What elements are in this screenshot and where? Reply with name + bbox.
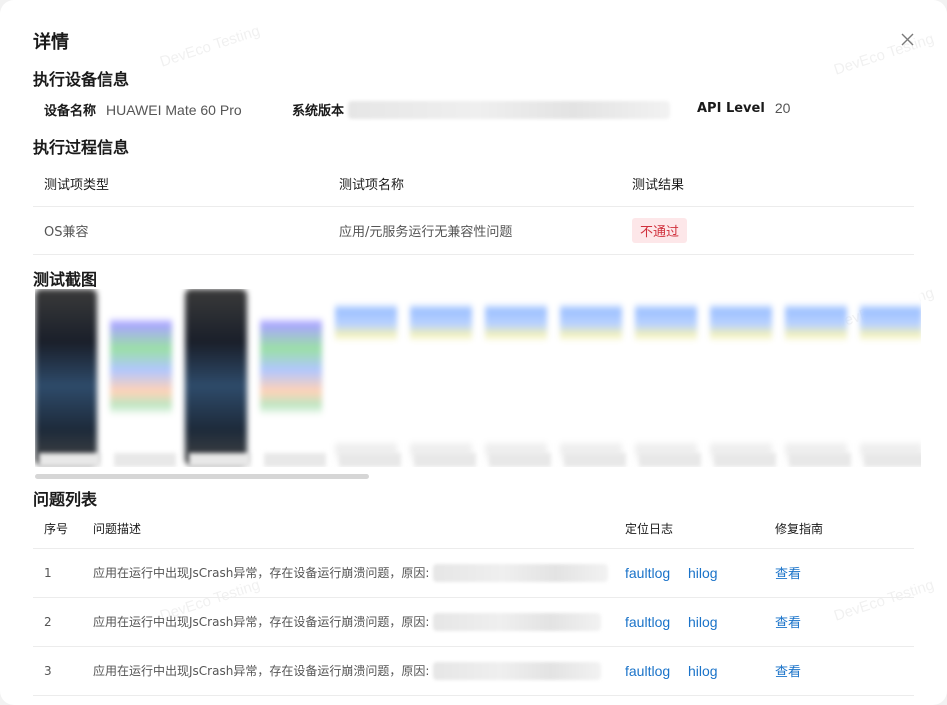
table-row: 2 应用在运行中出现JsCrash异常，存在设备运行崩溃问题，原因: fault… <box>33 597 914 647</box>
table-row: OS兼容 应用/元服务运行无兼容性问题 不通过 <box>33 206 914 255</box>
screenshot-thumbnail[interactable] <box>710 289 772 465</box>
screenshot-thumbnail[interactable] <box>110 289 172 465</box>
screenshot-caption <box>864 453 921 467</box>
screenshot-caption <box>564 453 626 467</box>
table-row: 3 应用在运行中出现JsCrash异常，存在设备运行崩溃问题，原因: fault… <box>33 646 914 696</box>
hilog-link[interactable]: hilog <box>688 565 718 581</box>
screenshot-caption <box>339 453 401 467</box>
device-info-title: 执行设备信息 <box>33 70 130 89</box>
column-header: 修复指南 <box>764 510 914 549</box>
issues-table: 序号 问题描述 定位日志 修复指南 1 应用在运行中出现JsCrash异常，存在… <box>33 510 914 696</box>
faultlog-link[interactable]: faultlog <box>625 663 670 679</box>
index-cell: 1 <box>33 548 82 598</box>
watermark: DevEco Testing <box>831 30 937 79</box>
test-result-cell: 不通过 <box>621 206 914 255</box>
guide-cell: 查看 <box>764 548 914 598</box>
view-guide-link[interactable]: 查看 <box>775 616 801 631</box>
api-level-label: API Level <box>697 100 765 116</box>
screenshot-caption <box>789 453 851 467</box>
hilog-link[interactable]: hilog <box>688 614 718 630</box>
test-type-cell: OS兼容 <box>33 206 328 255</box>
screenshot-thumbnail[interactable] <box>635 289 697 465</box>
screenshot-caption <box>639 453 701 467</box>
screenshot-caption <box>114 453 176 467</box>
system-version-value-redacted <box>348 100 671 119</box>
description-text: 应用在运行中出现JsCrash异常，存在设备运行崩溃问题，原因: <box>93 615 430 629</box>
process-info-title: 执行过程信息 <box>33 138 130 157</box>
column-header: 测试项名称 <box>328 162 621 207</box>
screenshot-thumbnail[interactable] <box>485 289 547 465</box>
description-cell: 应用在运行中出现JsCrash异常，存在设备运行崩溃问题，原因: <box>82 548 614 598</box>
view-guide-link[interactable]: 查看 <box>775 567 801 582</box>
device-name-value: HUAWEI Mate 60 Pro <box>106 101 242 118</box>
screenshot-thumbnail[interactable] <box>335 289 397 465</box>
column-header: 定位日志 <box>614 510 764 549</box>
screenshots-title: 测试截图 <box>33 270 98 289</box>
column-header: 序号 <box>33 510 82 549</box>
description-text: 应用在运行中出现JsCrash异常，存在设备运行崩溃问题，原因: <box>93 566 430 580</box>
index-cell: 3 <box>33 646 82 696</box>
table-header-row: 序号 问题描述 定位日志 修复指南 <box>33 510 914 549</box>
screenshot-caption <box>39 453 101 467</box>
process-table: 测试项类型 测试项名称 测试结果 OS兼容 应用/元服务运行无兼容性问题 不通过 <box>33 162 914 255</box>
description-text: 应用在运行中出现JsCrash异常，存在设备运行崩溃问题，原因: <box>93 664 430 678</box>
screenshot-thumbnail[interactable] <box>185 289 247 465</box>
screenshot-caption <box>264 453 326 467</box>
screenshot-thumbnail[interactable] <box>785 289 847 465</box>
screenshot-caption <box>189 453 251 467</box>
watermark: DevEco Testing <box>157 22 263 71</box>
screenshot-thumbnail[interactable] <box>260 289 322 465</box>
device-name-field: 设备名称 HUAWEI Mate 60 Pro <box>44 100 242 120</box>
screenshot-thumbnail[interactable] <box>560 289 622 465</box>
close-button[interactable] <box>896 28 918 50</box>
reason-redacted <box>433 563 609 582</box>
table-header-row: 测试项类型 测试项名称 测试结果 <box>33 162 914 207</box>
test-name-cell: 应用/元服务运行无兼容性问题 <box>328 206 621 255</box>
view-guide-link[interactable]: 查看 <box>775 665 801 680</box>
table-row: 1 应用在运行中出现JsCrash异常，存在设备运行崩溃问题，原因: fault… <box>33 548 914 598</box>
system-version-label: 系统版本 <box>292 104 345 119</box>
column-header: 测试结果 <box>621 162 914 207</box>
device-name-label: 设备名称 <box>44 104 97 119</box>
close-icon <box>901 33 913 45</box>
guide-cell: 查看 <box>764 646 914 696</box>
api-level-field: API Level 20 <box>697 100 790 116</box>
scrollbar-thumb[interactable] <box>35 474 369 479</box>
faultlog-link[interactable]: faultlog <box>625 614 670 630</box>
description-cell: 应用在运行中出现JsCrash异常，存在设备运行崩溃问题，原因: <box>82 646 614 696</box>
screenshot-gallery[interactable] <box>35 289 921 467</box>
index-cell: 2 <box>33 597 82 647</box>
guide-cell: 查看 <box>764 597 914 647</box>
hilog-link[interactable]: hilog <box>688 663 718 679</box>
dialog-title: 详情 <box>33 32 69 53</box>
issues-title: 问题列表 <box>33 490 98 509</box>
log-cell: faultlog hilog <box>614 646 764 696</box>
screenshot-caption <box>489 453 551 467</box>
description-cell: 应用在运行中出现JsCrash异常，存在设备运行崩溃问题，原因: <box>82 597 614 647</box>
system-version-field: 系统版本 <box>292 100 671 119</box>
screenshot-thumbnail[interactable] <box>410 289 472 465</box>
reason-redacted <box>433 661 602 680</box>
screenshot-scrollbar[interactable] <box>35 474 921 480</box>
screenshot-thumbnail[interactable] <box>35 289 97 465</box>
details-dialog: DevEco Testing DevEco Testing DevEco Tes… <box>0 0 947 705</box>
log-cell: faultlog hilog <box>614 548 764 598</box>
screenshot-caption <box>714 453 776 467</box>
screenshot-thumbnail[interactable] <box>860 289 921 465</box>
faultlog-link[interactable]: faultlog <box>625 565 670 581</box>
column-header: 问题描述 <box>82 510 614 549</box>
log-cell: faultlog hilog <box>614 597 764 647</box>
column-header: 测试项类型 <box>33 162 328 207</box>
api-level-value: 20 <box>774 100 791 116</box>
reason-redacted <box>433 612 602 631</box>
fail-badge: 不通过 <box>632 217 688 243</box>
screenshot-caption <box>414 453 476 467</box>
